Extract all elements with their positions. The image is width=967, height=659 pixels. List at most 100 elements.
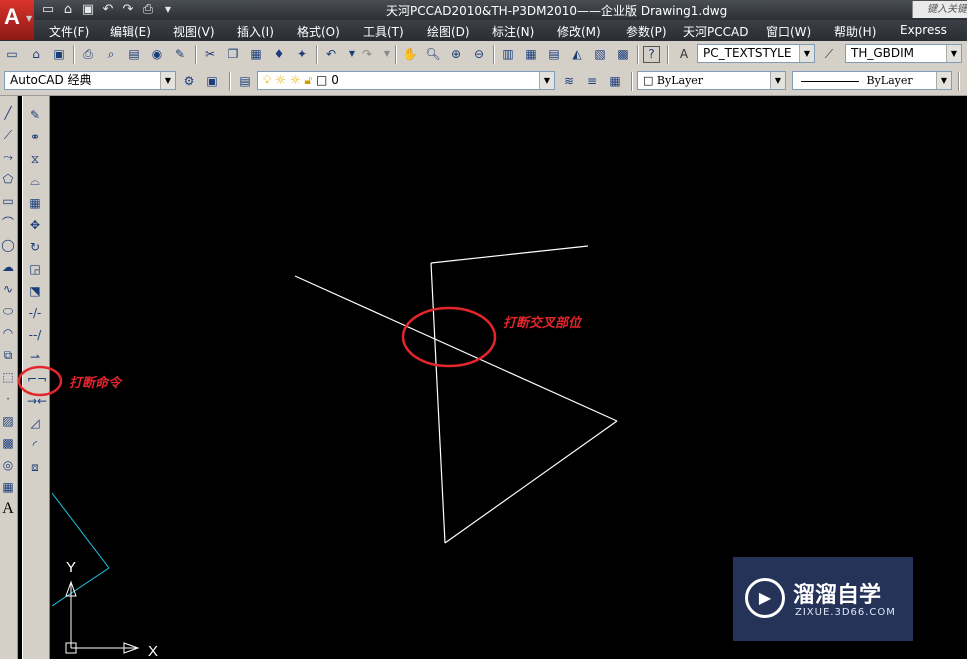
multiline-text-icon[interactable]: A — [0, 500, 16, 518]
menu-view[interactable]: 视图(V) — [173, 23, 215, 40]
layer-on-icon: 💡︎ — [263, 73, 272, 87]
undo-icon[interactable]: ↶ — [100, 2, 116, 18]
layer-states-icon[interactable]: ▦ — [606, 72, 624, 90]
copy-icon[interactable]: ❐ — [224, 45, 242, 63]
layer-freeze-icon: ☼ — [275, 73, 286, 87]
aux-line-1 — [52, 492, 110, 569]
separator — [195, 45, 197, 64]
table-icon[interactable]: ▦ — [0, 478, 16, 496]
explode-icon[interactable]: ⧈ — [27, 458, 43, 476]
markup-icon[interactable]: ▧ — [591, 45, 609, 63]
workspace-settings-icon[interactable]: ⚙ — [180, 72, 198, 90]
color-value: ByLayer — [656, 74, 704, 87]
break-command-highlight-ellipse — [17, 365, 63, 397]
menu-window[interactable]: 窗口(W) — [766, 23, 811, 40]
text-style-icon[interactable]: A — [675, 45, 693, 63]
3d-dwf-icon[interactable]: ◉ — [148, 45, 166, 63]
ucs-y-label: Y — [66, 559, 76, 576]
menu-format[interactable]: 格式(O) — [297, 23, 340, 40]
layer-lock-icon: 🔓︎ — [304, 73, 313, 87]
search-input[interactable]: 键入关键 — [912, 1, 967, 18]
region-icon[interactable]: ◎ — [0, 456, 16, 474]
text-style-select[interactable]: PC_TEXTSTYLE ▼ — [697, 44, 815, 63]
redo-icon[interactable]: ↷ — [120, 2, 136, 18]
menu-tools[interactable]: 工具(T) — [363, 23, 404, 40]
text-style-value: PC_TEXTSTYLE — [703, 46, 792, 60]
chevron-down-icon: ▼ — [799, 45, 814, 62]
ucs-x-label: X — [148, 643, 158, 659]
redo-icon[interactable]: ↷ — [358, 45, 376, 63]
zoom-window-icon[interactable]: ⊕ — [447, 45, 465, 63]
layer-previous-icon[interactable]: ≡ — [583, 72, 601, 90]
menu-edit[interactable]: 编辑(E) — [110, 23, 151, 40]
top-line[interactable] — [430, 245, 589, 264]
chevron-down-icon: ▼ — [770, 72, 785, 89]
linetype-value: ByLayer — [866, 74, 913, 87]
menu-draw[interactable]: 绘图(D) — [427, 23, 470, 40]
redo-dropdown-icon[interactable]: ▼ — [378, 45, 396, 63]
pan-icon[interactable]: ✋ — [401, 45, 419, 63]
vertical-line[interactable] — [430, 262, 446, 544]
make-current-layer-icon[interactable]: ≋ — [560, 72, 578, 90]
standard-toolbar: ▭ ⌂ ▣ ⎙ ⌕ ▤ ◉ ✎ ✂ ❐ ▦ ♦ ✦ ↶ ▼ ↷ ▼ ✋ 🔍︎ ⊕… — [0, 41, 967, 69]
separator — [316, 45, 318, 64]
menu-tianhe-pccad[interactable]: 天河PCCAD — [683, 23, 748, 40]
menu-express[interactable]: Express — [900, 23, 947, 37]
tool-palettes-icon[interactable]: ▤ — [545, 45, 563, 63]
paste-icon[interactable]: ▦ — [247, 45, 265, 63]
dim-style-value: TH_GBDIM — [851, 46, 915, 60]
break-point-annotation: 打断交叉部位 — [503, 316, 582, 331]
zoom-realtime-icon[interactable]: 🔍︎ — [424, 45, 442, 63]
publish-icon[interactable]: ▤ — [125, 45, 143, 63]
layer-properties-icon[interactable]: ▤ — [236, 72, 254, 90]
design-center-icon[interactable]: ▦ — [522, 45, 540, 63]
separator — [958, 72, 960, 91]
color-select[interactable]: □ ByLayer ▼ — [637, 71, 786, 90]
chevron-down-icon: ▼ — [946, 45, 961, 62]
dim-style-icon[interactable]: ⟋ — [820, 45, 838, 63]
separator — [631, 72, 633, 91]
menu-parameters[interactable]: 参数(P) — [626, 23, 667, 40]
layer-freeze-viewport-icon: ☼ — [289, 73, 301, 87]
linetype-select[interactable]: ByLayer ▼ — [792, 71, 952, 90]
plot-preview-icon[interactable]: ⌕ — [102, 45, 120, 63]
print-icon[interactable]: ⎙ — [140, 2, 156, 18]
dim-style-select[interactable]: TH_GBDIM ▼ — [845, 44, 962, 63]
color-swatch-icon: □ — [643, 74, 654, 87]
break-command-highlight-layer — [17, 365, 63, 397]
fillet-icon[interactable]: ◜ — [27, 436, 43, 454]
block-editor-icon[interactable]: ✦ — [293, 45, 311, 63]
window-title: 天河PCCAD2010&TH-P3DM2010——企业版 Drawing1.dw… — [386, 4, 728, 18]
menu-help[interactable]: 帮助(H) — [834, 23, 876, 40]
gradient-icon[interactable]: ▩ — [0, 434, 16, 452]
separator — [637, 45, 639, 64]
menu-modify[interactable]: 修改(M) — [557, 23, 601, 40]
title-bar: ▭ ⌂ ▣ ↶ ↷ ⎙ ▼ 天河PCCAD2010&TH-P3DM2010——企… — [0, 0, 967, 20]
match-properties-icon[interactable]: ♦ — [270, 45, 288, 63]
break-command-annotation: 打断命令 — [69, 376, 122, 391]
menu-dimension[interactable]: 标注(N) — [492, 23, 534, 40]
menu-insert[interactable]: 插入(I) — [237, 23, 274, 40]
separator — [667, 45, 669, 64]
qat-dropdown-icon[interactable]: ▼ — [160, 2, 176, 18]
chevron-down-icon: ▼ — [936, 72, 951, 89]
layers-toolbar: AutoCAD 经典 ▼ ⚙ ▣ ▤ 💡︎ ☼ ☼ 🔓︎ □ 0 ▼ ≋ ≡ ▦… — [0, 68, 967, 96]
zoom-previous-icon[interactable]: ⊖ — [470, 45, 488, 63]
watermark-url: ZIXUE.3D66.COM — [795, 607, 896, 618]
linetype-sample-line — [801, 80, 859, 82]
help-icon[interactable]: ? — [643, 46, 660, 63]
sheet-set-icon[interactable]: ✎ — [171, 45, 189, 63]
layer-select[interactable]: 💡︎ ☼ ☼ 🔓︎ □ 0 ▼ — [257, 71, 555, 90]
properties-icon[interactable]: ▥ — [499, 45, 517, 63]
workspace-save-icon[interactable]: ▣ — [203, 72, 221, 90]
cut-icon[interactable]: ✂ — [201, 45, 219, 63]
diagonal-line[interactable] — [294, 275, 618, 422]
calculator-icon[interactable]: ▩ — [614, 45, 632, 63]
triangle-bottom-line[interactable] — [444, 420, 618, 544]
chevron-down-icon: ▼ — [160, 72, 175, 89]
play-icon: ▶ — [745, 578, 785, 618]
undo-icon[interactable]: ↶ — [322, 45, 340, 63]
watermark-title: 溜溜自学 — [793, 583, 882, 608]
separator — [229, 72, 231, 91]
sheet-set-manager-icon[interactable]: ◭ — [568, 45, 586, 63]
